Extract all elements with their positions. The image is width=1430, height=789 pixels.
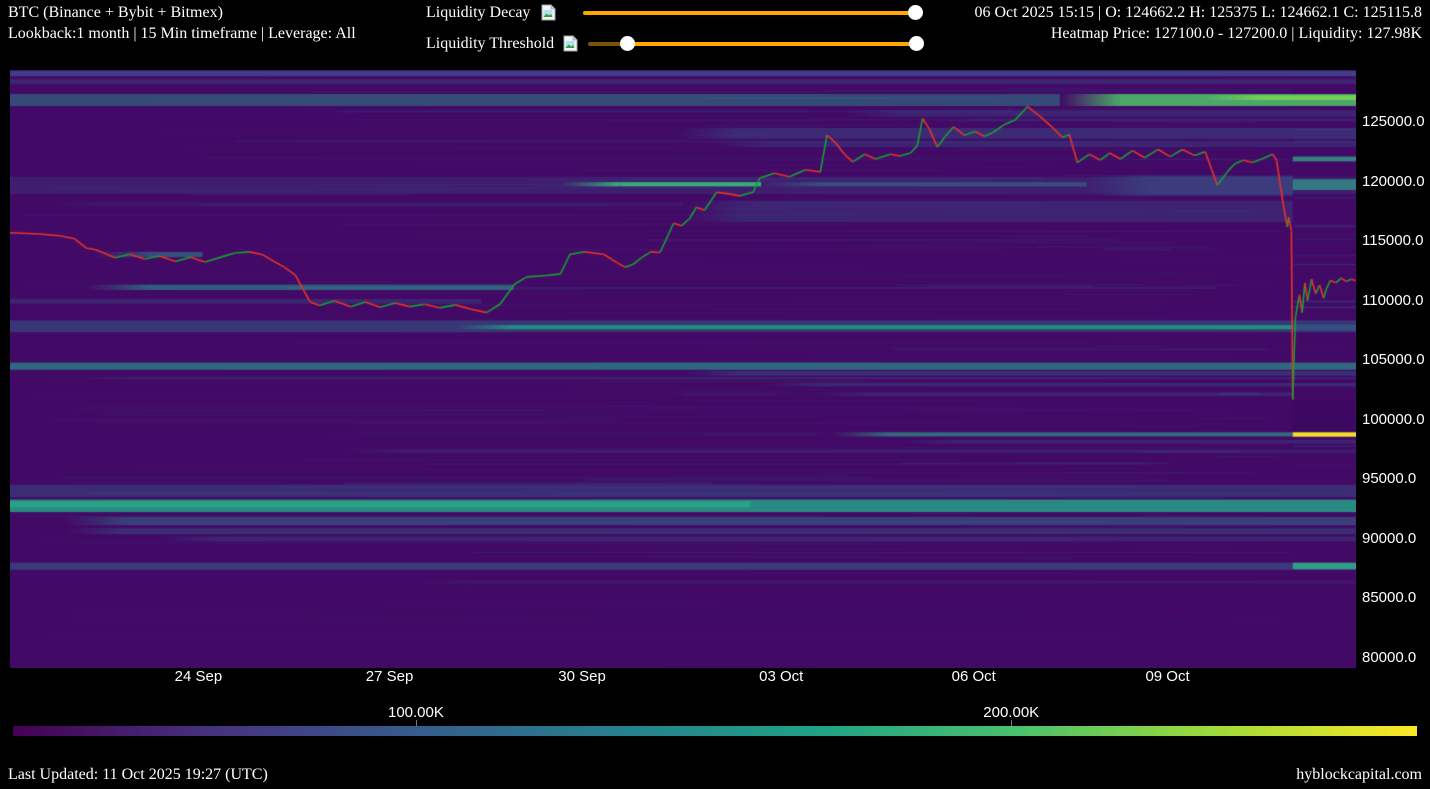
y-tick-label: 80000.0: [1362, 649, 1428, 667]
last-updated-text: Last Updated: 11 Oct 2025 19:27 (UTC): [8, 766, 268, 784]
image-placeholder-icon: [562, 35, 579, 52]
slider-handle[interactable]: [909, 36, 924, 51]
y-tick-label: 95000.0: [1362, 470, 1428, 488]
liquidity-threshold-slider[interactable]: [588, 36, 916, 52]
y-tick-label: 115000.0: [1362, 232, 1428, 250]
colorbar-tick-mark: [1011, 720, 1012, 726]
y-tick-label: 110000.0: [1362, 292, 1428, 310]
x-tick-label: 06 Oct: [939, 668, 1009, 686]
slider-handle[interactable]: [908, 5, 923, 20]
image-placeholder-icon: [540, 4, 557, 21]
y-tick-label: 85000.0: [1362, 589, 1428, 607]
slider-handle[interactable]: [620, 36, 635, 51]
site-link[interactable]: hyblockcapital.com: [1296, 766, 1422, 784]
y-tick-label: 100000.0: [1362, 411, 1428, 429]
x-tick-label: 27 Sep: [355, 668, 425, 686]
liquidity-threshold-label: Liquidity Threshold: [426, 35, 554, 53]
heatmap-liquidity-readout: Heatmap Price: 127100.0 - 127200.0 | Liq…: [1051, 25, 1422, 43]
y-tick-label: 120000.0: [1362, 173, 1428, 191]
x-tick-label: 03 Oct: [746, 668, 816, 686]
y-tick-label: 105000.0: [1362, 351, 1428, 369]
ohlc-readout: 06 Oct 2025 15:15 | O: 124662.2 H: 12537…: [975, 4, 1423, 22]
colorbar-tick-mark: [416, 720, 417, 726]
y-tick-label: 90000.0: [1362, 530, 1428, 548]
liquidity-threshold-track[interactable]: [627, 42, 916, 46]
lookback-settings-text: Lookback:1 month | 15 Min timeframe | Le…: [8, 25, 356, 43]
liquidity-colorbar: [13, 726, 1417, 736]
colorbar-tick-label: 100.00K: [376, 704, 456, 721]
y-tick-label: 125000.0: [1362, 113, 1428, 131]
page-title: BTC (Binance + Bybit + Bitmex): [8, 4, 223, 22]
liquidity-decay-label: Liquidity Decay: [426, 4, 530, 22]
liquidity-decay-track[interactable]: [583, 11, 915, 15]
x-tick-label: 30 Sep: [547, 668, 617, 686]
heatmap-canvas[interactable]: [10, 70, 1356, 668]
x-tick-label: 24 Sep: [163, 668, 233, 686]
x-tick-label: 09 Oct: [1133, 668, 1203, 686]
liquidity-decay-slider[interactable]: [583, 5, 915, 21]
colorbar-tick-label: 200.00K: [971, 704, 1051, 721]
liquidation-heatmap-app: BTC (Binance + Bybit + Bitmex) Lookback:…: [0, 0, 1430, 789]
